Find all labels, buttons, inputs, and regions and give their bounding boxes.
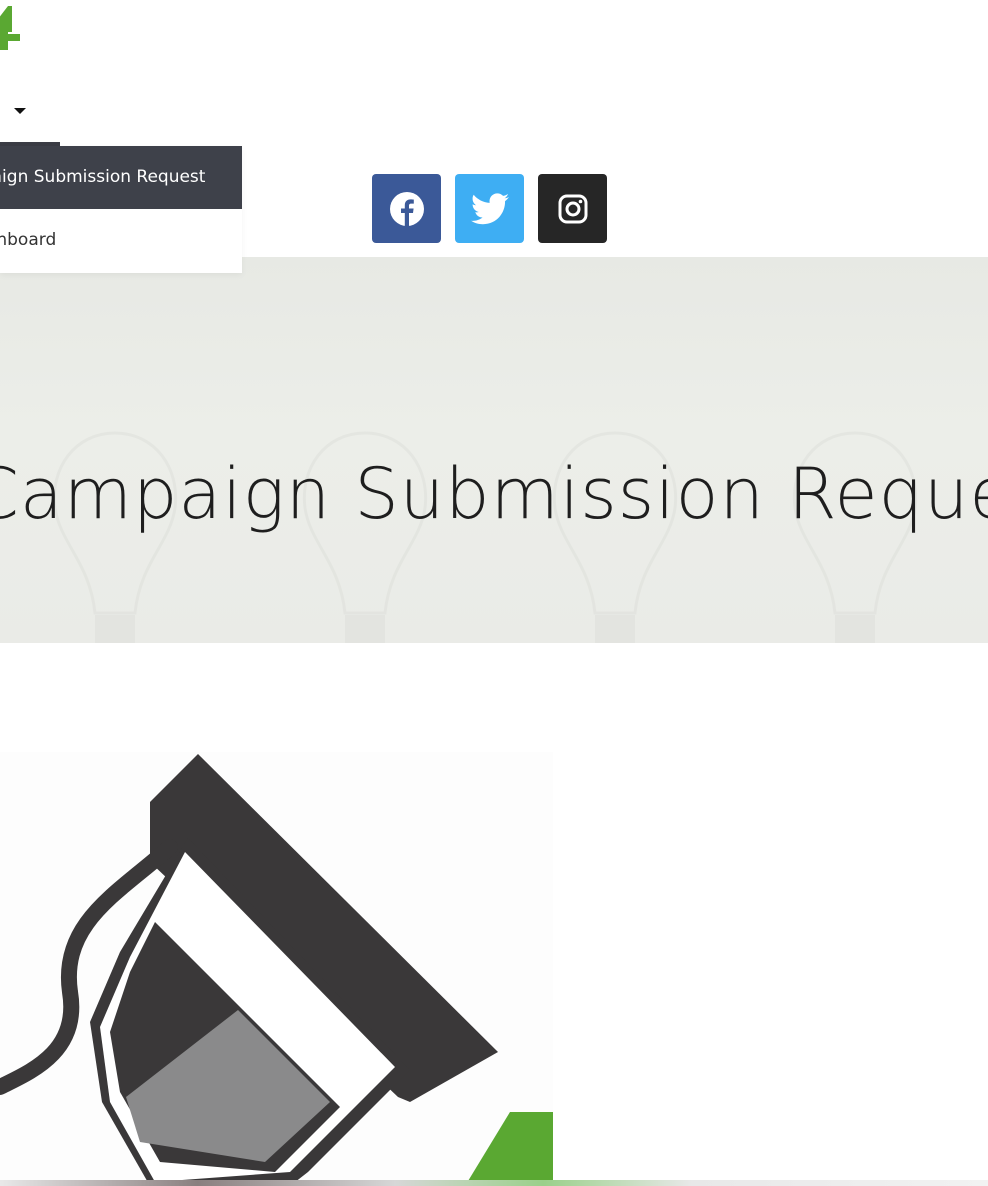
bottom-scroll-indicator xyxy=(0,1180,988,1186)
twitter-button[interactable] xyxy=(455,174,524,243)
dropdown-item-label: Campaign Submission Request xyxy=(0,167,206,187)
paint-bucket-illustration xyxy=(0,752,553,1186)
social-links xyxy=(372,174,607,243)
facebook-icon xyxy=(389,191,424,226)
plus-logo-icon[interactable] xyxy=(0,2,26,52)
dropdown-item-label: Dashboard xyxy=(0,230,57,250)
dropdown-item-dashboard[interactable]: Dashboard xyxy=(0,209,242,273)
page-title: Campaign Submission Request xyxy=(0,453,988,535)
instagram-icon xyxy=(558,194,587,223)
instagram-button[interactable] xyxy=(538,174,607,243)
twitter-icon xyxy=(470,192,509,224)
facebook-button[interactable] xyxy=(372,174,441,243)
dropdown-item-campaign-submission[interactable]: Campaign Submission Request xyxy=(0,146,242,209)
hero-banner: Campaign Submission Request xyxy=(0,257,988,643)
nav-dropdown-menu: Campaign Submission Request Dashboard xyxy=(0,146,242,273)
caret-down-icon[interactable] xyxy=(14,108,26,114)
